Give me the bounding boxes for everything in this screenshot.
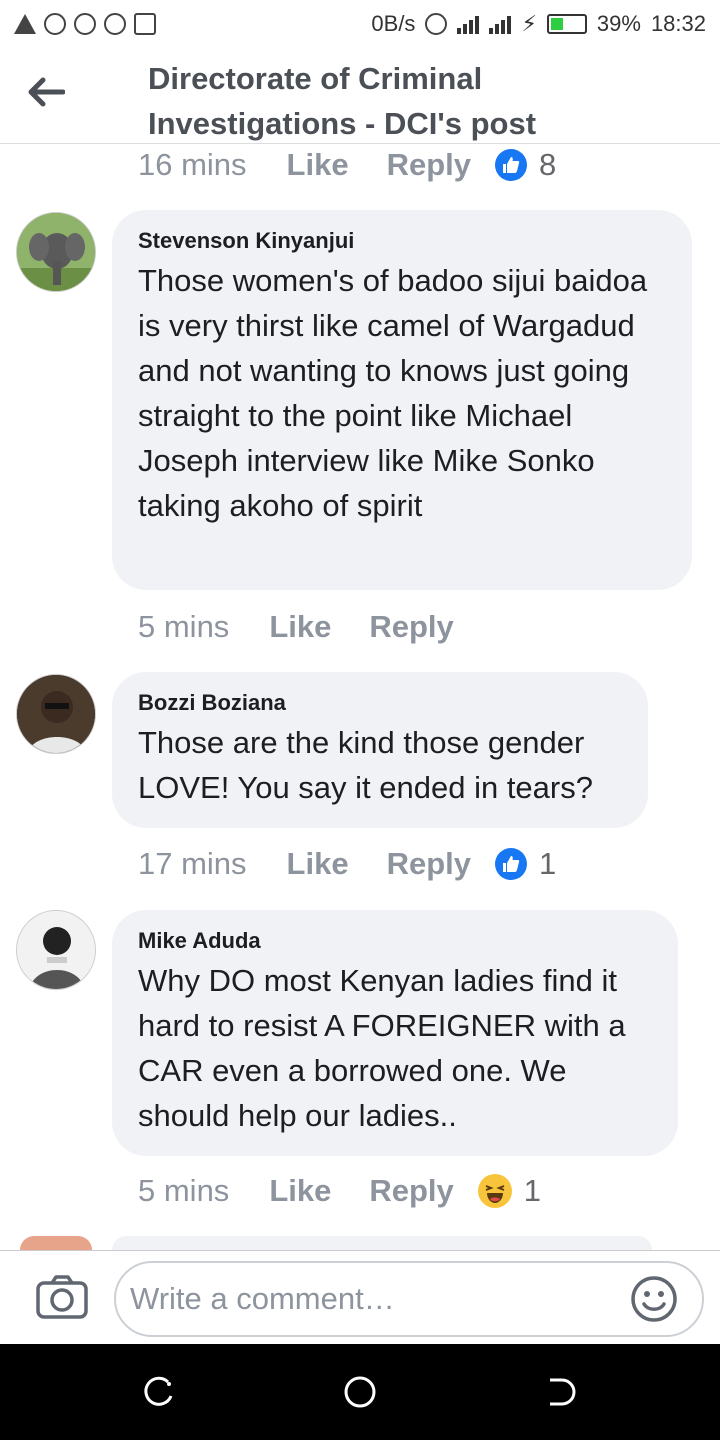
- back-nav-button[interactable]: [542, 1374, 578, 1410]
- reply-button[interactable]: Reply: [387, 147, 471, 183]
- comment-item: Mike Aduda Why DO most Kenyan ladies fin…: [0, 910, 720, 1156]
- haha-emoji-icon: [477, 1174, 512, 1208]
- recent-apps-icon: [144, 1376, 173, 1406]
- like-button[interactable]: Like: [287, 147, 349, 183]
- home-button[interactable]: [342, 1374, 378, 1410]
- home-icon: [344, 1376, 376, 1408]
- arrow-left-icon: [28, 77, 65, 107]
- network-speed: 0B/s: [371, 11, 416, 36]
- chat-icon: [74, 13, 96, 35]
- clock: 18:32: [650, 11, 706, 36]
- comment-text: Why DO most Kenyan ladies find it hard t…: [138, 963, 626, 1133]
- signal-icon: [457, 14, 480, 34]
- smiley-icon: [631, 1276, 677, 1322]
- comment-author[interactable]: Stevenson Kinyanjui: [138, 228, 666, 254]
- back-button[interactable]: [24, 74, 68, 110]
- warning-icon: [14, 14, 36, 34]
- reaction-count: 1: [523, 1173, 542, 1208]
- post-header: Directorate of Criminal Investigations -…: [0, 48, 720, 144]
- thumbs-up-icon: [495, 848, 527, 880]
- comment-actions-previous: 16 mins Like Reply 8: [138, 144, 556, 186]
- like-button[interactable]: Like: [287, 846, 349, 882]
- thumbs-up-icon: [495, 149, 527, 181]
- data-saver-icon: [425, 13, 448, 35]
- comment-time: 5 mins: [138, 1173, 230, 1208]
- comment-author[interactable]: Bozzi Boziana: [138, 690, 622, 716]
- comment-time: 5 mins: [138, 609, 230, 644]
- comment-bubble-partial: [112, 1236, 652, 1250]
- reactions[interactable]: 8: [495, 147, 556, 183]
- elephant-photo: [17, 213, 95, 291]
- avatar[interactable]: [16, 674, 96, 754]
- like-button[interactable]: Like: [269, 1173, 331, 1209]
- page-title: Directorate of Criminal Investigations -…: [148, 61, 537, 141]
- battery-percent: 39%: [596, 11, 641, 36]
- like-button[interactable]: Like: [269, 609, 331, 645]
- reply-button[interactable]: Reply: [387, 846, 471, 882]
- avatar[interactable]: [16, 212, 96, 292]
- comment-time: 16 mins: [138, 147, 247, 182]
- comment-item: Bozzi Boziana Those are the kind those g…: [0, 672, 720, 828]
- reactions[interactable]: 1: [495, 846, 556, 882]
- emoji-button[interactable]: [630, 1275, 678, 1323]
- avatar[interactable]: [16, 910, 96, 990]
- comment-actions: 17 mins Like Reply 1: [138, 843, 556, 885]
- notification-icons: [14, 13, 156, 35]
- reply-button[interactable]: Reply: [369, 609, 453, 645]
- system-nav-bar: [0, 1344, 720, 1440]
- comment-input[interactable]: [114, 1261, 704, 1337]
- reactions[interactable]: 1: [477, 1173, 542, 1209]
- charging-icon: ⚡: [521, 11, 537, 36]
- status-bar: 0B/s ⚡ 39% 18:32: [0, 0, 720, 48]
- camera-icon: [36, 1275, 88, 1319]
- comment-compose-bar: [0, 1250, 720, 1344]
- avatar-partial: [20, 1236, 92, 1250]
- comment-bubble[interactable]: Mike Aduda Why DO most Kenyan ladies fin…: [112, 910, 678, 1156]
- back-nav-icon: [550, 1378, 576, 1406]
- profile-photo: [17, 911, 95, 989]
- comment-text: Those are the kind those gender LOVE! Yo…: [138, 725, 593, 805]
- comment-item: Stevenson Kinyanjui Those women's of bad…: [0, 210, 720, 590]
- profile-photo: [17, 675, 95, 753]
- comment-author[interactable]: Mike Aduda: [138, 928, 652, 954]
- comment-time: 17 mins: [138, 846, 247, 881]
- reaction-count: 8: [539, 147, 557, 182]
- recent-apps-button[interactable]: [142, 1374, 178, 1410]
- comment-actions: 5 mins Like Reply 1: [138, 1170, 541, 1212]
- reply-button[interactable]: Reply: [369, 1173, 453, 1209]
- comment-actions: 5 mins Like Reply: [138, 606, 492, 648]
- comment-bubble[interactable]: Stevenson Kinyanjui Those women's of bad…: [112, 210, 692, 590]
- battery-icon: [546, 14, 587, 34]
- image-icon: [134, 13, 156, 35]
- reaction-count: 1: [539, 846, 557, 881]
- messenger-icon: [44, 13, 66, 35]
- comment-bubble[interactable]: Bozzi Boziana Those are the kind those g…: [112, 672, 648, 828]
- camera-button[interactable]: [36, 1275, 88, 1319]
- comment-text: Those women's of badoo sijui baidoa is v…: [138, 263, 648, 523]
- message-icon: [104, 13, 126, 35]
- signal-2-icon: [489, 14, 512, 34]
